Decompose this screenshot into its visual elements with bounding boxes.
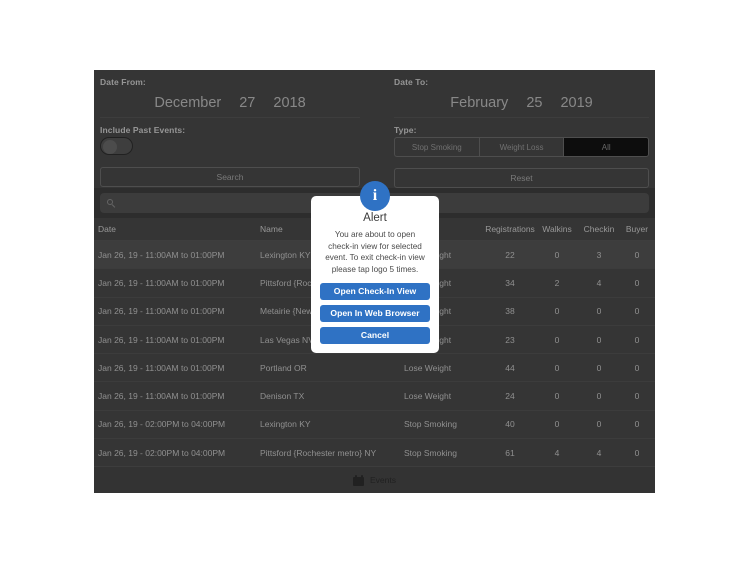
cell-name: Lexington KY <box>260 419 311 430</box>
alert-dialog: i Alert You are about to open check-in v… <box>311 181 439 353</box>
open-in-web-browser-button[interactable]: Open In Web Browser <box>320 305 430 322</box>
cell-buyer: 0 <box>634 447 640 458</box>
type-label: Type: <box>394 125 417 135</box>
cell-walkins: 0 <box>554 249 560 260</box>
toggle-knob <box>102 139 117 154</box>
cell-registrations: 44 <box>505 362 515 373</box>
cell-walkins: 0 <box>554 306 560 317</box>
bottom-tab-bar: Events <box>94 466 655 493</box>
table-row[interactable]: Jan 26, 19 - 11:00AM to 01:00PM Portland … <box>94 354 655 383</box>
date-from-month[interactable]: December <box>154 95 221 111</box>
cell-date: Jan 26, 19 - 11:00AM to 01:00PM <box>98 277 225 288</box>
column-header-buyer[interactable]: Buyer <box>620 224 654 234</box>
cell-buyer: 0 <box>634 249 640 260</box>
cell-checkin: 0 <box>596 306 602 317</box>
cell-name: Portland OR <box>260 362 307 373</box>
cell-registrations: 22 <box>505 249 515 260</box>
table-row[interactable]: Jan 26, 19 - 02:00PM to 04:00PM Pittsford… <box>94 439 655 468</box>
date-to-label: Date To: <box>394 77 429 87</box>
cell-registrations: 34 <box>505 277 515 288</box>
filter-column-left: Date From: December 27 2018 Include Past… <box>100 77 360 187</box>
cell-checkin: 0 <box>596 362 602 373</box>
open-check-in-view-button[interactable]: Open Check-In View <box>320 283 430 300</box>
type-option-stop-smoking[interactable]: Stop Smoking <box>395 138 480 156</box>
cell-buyer: 0 <box>634 362 640 373</box>
cell-checkin: 0 <box>596 391 602 402</box>
include-past-events-label: Include Past Events: <box>100 125 186 135</box>
cell-date: Jan 26, 19 - 11:00AM to 01:00PM <box>98 249 225 260</box>
cell-walkins: 0 <box>554 334 560 345</box>
search-icon <box>107 198 116 208</box>
date-to-day[interactable]: 25 <box>526 95 542 111</box>
filter-panel: Date From: December 27 2018 Include Past… <box>94 70 655 188</box>
alert-title: Alert <box>363 212 387 224</box>
type-option-weight-loss[interactable]: Weight Loss <box>480 138 565 156</box>
column-header-walkins[interactable]: Walkins <box>536 224 578 234</box>
date-from-picker[interactable]: December 27 2018 <box>100 89 360 118</box>
cell-checkin: 4 <box>596 277 602 288</box>
cell-type: Stop Smoking <box>404 419 457 430</box>
cell-walkins: 0 <box>554 362 560 373</box>
cell-buyer: 0 <box>634 306 640 317</box>
cell-registrations: 38 <box>505 306 515 317</box>
cell-walkins: 0 <box>554 391 560 402</box>
cell-registrations: 61 <box>505 447 515 458</box>
cell-date: Jan 26, 19 - 11:00AM to 01:00PM <box>98 362 225 373</box>
date-from-day[interactable]: 27 <box>239 95 255 111</box>
cell-type: Stop Smoking <box>404 447 457 458</box>
cell-date: Jan 26, 19 - 11:00AM to 01:00PM <box>98 391 225 402</box>
column-header-date[interactable]: Date <box>98 224 260 234</box>
tab-events-label[interactable]: Events <box>370 475 396 485</box>
info-icon: i <box>360 181 390 211</box>
cell-name: Denison TX <box>260 391 305 402</box>
date-from-label: Date From: <box>100 77 146 87</box>
column-header-registrations[interactable]: Registrations <box>484 224 536 234</box>
cell-type: Lose Weight <box>404 362 452 373</box>
type-option-all[interactable]: All <box>564 138 648 156</box>
calendar-icon <box>353 474 364 486</box>
cell-walkins: 0 <box>554 419 560 430</box>
date-to-year[interactable]: 2019 <box>560 95 592 111</box>
cell-date: Jan 26, 19 - 11:00AM to 01:00PM <box>98 306 225 317</box>
cell-registrations: 23 <box>505 334 515 345</box>
cell-date: Jan 26, 19 - 02:00PM to 04:00PM <box>98 447 226 458</box>
cell-checkin: 3 <box>596 249 602 260</box>
cell-buyer: 0 <box>634 277 640 288</box>
table-row[interactable]: Jan 26, 19 - 02:00PM to 04:00PM Lexington… <box>94 410 655 440</box>
cell-checkin: 4 <box>596 447 602 458</box>
column-header-checkin[interactable]: Checkin <box>578 224 620 234</box>
cell-buyer: 0 <box>634 334 640 345</box>
cell-registrations: 24 <box>505 391 515 402</box>
include-past-events-toggle[interactable] <box>100 137 133 155</box>
cell-date: Jan 26, 19 - 02:00PM to 04:00PM <box>98 419 226 430</box>
reset-button[interactable]: Reset <box>394 168 649 188</box>
cell-buyer: 0 <box>634 419 640 430</box>
cell-type: Lose Weight <box>404 391 452 402</box>
cell-walkins: 2 <box>554 277 560 288</box>
filter-column-right: Date To: February 25 2019 Type: Stop Smo… <box>394 77 649 188</box>
cancel-button[interactable]: Cancel <box>320 327 430 344</box>
date-to-picker[interactable]: February 25 2019 <box>394 89 649 118</box>
cell-walkins: 4 <box>554 447 560 458</box>
cell-checkin: 0 <box>596 334 602 345</box>
screen-root: Date From: December 27 2018 Include Past… <box>0 0 750 562</box>
table-row[interactable]: Jan 26, 19 - 11:00AM to 01:00PM Denison T… <box>94 382 655 411</box>
date-from-year[interactable]: 2018 <box>273 95 305 111</box>
cell-checkin: 0 <box>596 419 602 430</box>
cell-registrations: 40 <box>505 419 515 430</box>
cell-name: Pittsford {Rochester metro} NY <box>260 447 377 458</box>
type-segmented-control[interactable]: Stop Smoking Weight Loss All <box>394 137 649 157</box>
date-to-month[interactable]: February <box>450 95 508 111</box>
cell-buyer: 0 <box>634 391 640 402</box>
search-button[interactable]: Search <box>100 167 360 187</box>
alert-message: You are about to open check-in view for … <box>325 230 425 274</box>
cell-date: Jan 26, 19 - 11:00AM to 01:00PM <box>98 334 225 345</box>
